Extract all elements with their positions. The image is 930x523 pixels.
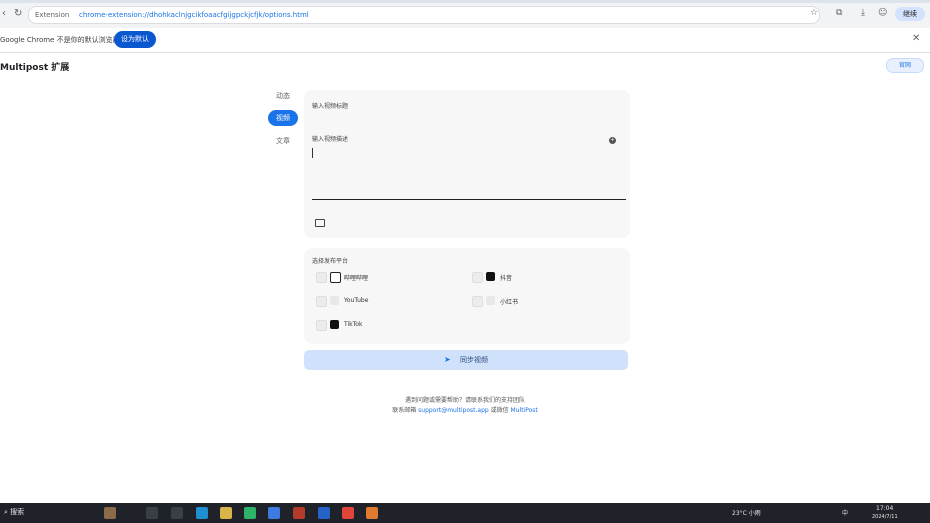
footer-help-text: 遇到问题或需要帮助？请联系我们的支持团队 xyxy=(404,397,525,404)
weather-text[interactable]: 23°C 小雨 xyxy=(732,508,761,517)
contact-mid: 或微信 xyxy=(490,407,509,414)
checkbox[interactable] xyxy=(472,296,483,307)
platform-label: YouTube xyxy=(344,297,369,304)
default-browser-infobar: Google Chrome 不是你的默认浏览器 设为默认 ✕ xyxy=(0,28,930,53)
address-bar[interactable]: Extension chrome-extension://dhohkaclnjg… xyxy=(28,6,820,24)
video-editor-card: 输入视频标题 输入视频描述 + xyxy=(304,90,630,238)
profile-button[interactable]: 继续 xyxy=(895,7,925,21)
chrome-icon[interactable] xyxy=(342,507,354,519)
close-icon[interactable]: ✕ xyxy=(912,33,920,44)
folder-icon[interactable] xyxy=(220,507,232,519)
description-label: 输入视频描述 xyxy=(312,136,349,143)
extensions-icon[interactable]: ⧉ xyxy=(836,8,842,18)
platform-label: 小红书 xyxy=(500,299,519,306)
sync-video-label: 同步视频 xyxy=(460,356,488,364)
tab-strip xyxy=(0,0,930,3)
download-icon[interactable]: ⤓ xyxy=(861,8,865,18)
search-label: 搜索 xyxy=(10,508,25,516)
text-cursor xyxy=(312,148,313,158)
edge-icon[interactable] xyxy=(196,507,208,519)
douyin-icon xyxy=(486,272,495,281)
site-info-chip[interactable]: Extension xyxy=(35,7,69,23)
support-email-link[interactable]: support@multipost.app xyxy=(418,407,489,414)
url-text[interactable]: chrome-extension://dhohkaclnjgcikfoaacfg… xyxy=(79,7,309,23)
youtube-icon xyxy=(330,296,339,305)
reload-icon[interactable]: ↻ xyxy=(14,8,22,19)
checkbox[interactable] xyxy=(472,272,483,283)
page-title: Multipost 扩展 xyxy=(0,63,70,73)
sync-video-button[interactable]: ➤ 同步视频 xyxy=(304,350,628,370)
video-upload-icon[interactable] xyxy=(315,219,325,227)
send-icon: ➤ xyxy=(444,355,451,364)
widget-icon[interactable] xyxy=(104,507,116,519)
platform-label: TikTok xyxy=(344,321,363,328)
platform-label: 抖音 xyxy=(500,275,513,282)
wechat-link[interactable]: MultiPost xyxy=(511,407,538,414)
checkbox[interactable] xyxy=(316,320,327,331)
set-default-button[interactable]: 设为默认 xyxy=(114,31,156,48)
clock-time[interactable]: 17:04 xyxy=(876,505,893,512)
add-icon[interactable]: + xyxy=(609,137,616,144)
platform-label: 哔哩哔哩 xyxy=(344,275,369,282)
task-view-icon[interactable] xyxy=(146,507,158,519)
app-icon-blue[interactable] xyxy=(268,507,280,519)
description-textarea[interactable] xyxy=(312,199,626,200)
platform-section-label: 选择发布平台 xyxy=(312,258,349,265)
tiktok-icon xyxy=(330,320,339,329)
app-icon-red[interactable] xyxy=(293,507,305,519)
ime-indicator[interactable]: 中 xyxy=(842,508,848,517)
footer-contact: 联系邮箱 support@multipost.app 或微信 MultiPost xyxy=(0,405,930,414)
file-explorer-icon[interactable] xyxy=(171,507,183,519)
platform-selection-card: 选择发布平台 哔哩哔哩 抖音 YouTube 小红书 TikTok xyxy=(304,248,630,344)
browser-toolbar: ‹ ↻ Extension chrome-extension://dhohkac… xyxy=(0,0,930,29)
account-icon[interactable]: ☺ xyxy=(878,8,887,18)
tab-dynamic[interactable]: 动态 xyxy=(268,91,298,101)
star-icon[interactable]: ☆ xyxy=(810,8,818,18)
taskbar-search[interactable]: ⌕ 搜索 xyxy=(4,507,24,517)
tab-article[interactable]: 文章 xyxy=(268,136,298,146)
clock-date[interactable]: 2024/7/11 xyxy=(872,514,898,520)
checkbox[interactable] xyxy=(316,296,327,307)
website-button[interactable]: 官网 xyxy=(886,58,924,73)
tab-video[interactable]: 视频 xyxy=(268,110,298,126)
windows-taskbar: ⌕ 搜索 23°C 小雨 中 17:04 2024/7/11 xyxy=(0,503,930,523)
infobar-message: Google Chrome 不是你的默认浏览器 xyxy=(0,36,120,44)
app-icon-green[interactable] xyxy=(244,507,256,519)
title-input[interactable]: 输入视频标题 xyxy=(312,101,348,110)
back-icon[interactable]: ‹ xyxy=(2,8,6,19)
bilibili-icon xyxy=(330,272,341,283)
app-icon-dark-blue[interactable] xyxy=(318,507,330,519)
contact-prefix: 联系邮箱 xyxy=(392,407,417,414)
checkbox[interactable] xyxy=(316,272,327,283)
xiaohongshu-icon xyxy=(486,296,495,305)
app-icon-orange[interactable] xyxy=(366,507,378,519)
